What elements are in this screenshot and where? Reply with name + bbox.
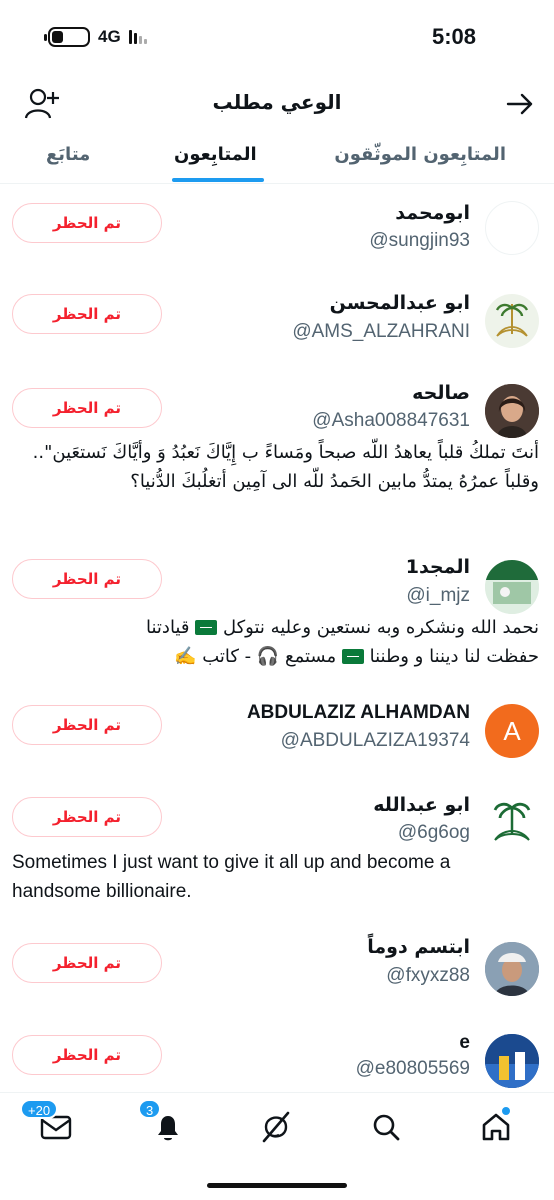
- follower-name: ابتسم دوماً: [367, 936, 470, 958]
- nav-home[interactable]: [476, 1107, 516, 1147]
- follower-row[interactable]: ابتسم دوماً @fxyxz88 تم الحظر: [0, 936, 554, 1008]
- follower-row[interactable]: e @e80805569 تم الحظر: [0, 1030, 554, 1092]
- blocked-button[interactable]: تم الحظر: [12, 797, 162, 837]
- back-arrow-icon: [506, 93, 533, 115]
- messages-badge: +20: [20, 1099, 59, 1119]
- blocked-button[interactable]: تم الحظر: [12, 388, 162, 428]
- header: الوعي مطلب: [0, 78, 554, 130]
- tab-bar: المتابِعون الموثّقون المتابِعون متابَع: [0, 134, 554, 184]
- follower-bio: نحمد الله ونشكره وبه نستعين وعليه نتوكل …: [146, 617, 539, 667]
- profile-photo-icon: [485, 560, 539, 614]
- nav-search[interactable]: [366, 1107, 406, 1147]
- follower-name: صالحه: [412, 382, 470, 404]
- avatar[interactable]: [485, 942, 539, 996]
- avatar[interactable]: [485, 1034, 539, 1088]
- blocked-button[interactable]: تم الحظر: [12, 1035, 162, 1075]
- follower-handle: @Asha008847631: [312, 410, 470, 431]
- follower-bio: Sometimes I just want to give it all up …: [12, 852, 451, 902]
- blocked-button[interactable]: تم الحظر: [12, 943, 162, 983]
- avatar[interactable]: [485, 384, 539, 438]
- tab-verified-followers[interactable]: المتابِعون الموثّقون: [334, 144, 506, 165]
- tab-followers[interactable]: المتابِعون: [174, 144, 257, 165]
- saudi-flag-icon: [341, 649, 364, 664]
- grok-icon: [262, 1111, 290, 1143]
- follower-name: المجد1: [405, 556, 470, 578]
- follower-row[interactable]: ابو عبدالله @6g6og تم الحظر Sometimes I …: [0, 794, 554, 914]
- follower-name: ABDULAZIZ ALHAMDAN: [246, 702, 470, 723]
- home-indicator: [207, 1183, 347, 1188]
- profile-photo-icon: [485, 384, 539, 438]
- nav-messages[interactable]: +20: [20, 1099, 76, 1147]
- follower-name: e: [459, 1032, 470, 1053]
- search-icon: [373, 1114, 400, 1141]
- follower-handle: @sungjin93: [369, 230, 470, 251]
- active-tab-indicator: [172, 178, 264, 182]
- status-bar: 4G 5:08: [0, 0, 554, 75]
- follower-handle: @i_mjz: [406, 585, 470, 606]
- nav-grok[interactable]: [256, 1107, 296, 1147]
- avatar[interactable]: [485, 201, 539, 255]
- nav-notifications[interactable]: 3: [138, 1099, 188, 1147]
- status-left: 4G: [44, 27, 147, 47]
- avatar[interactable]: [485, 560, 539, 614]
- follower-handle: @e80805569: [355, 1058, 470, 1079]
- page-title: الوعي مطلب: [212, 90, 342, 114]
- network-type: 4G: [98, 27, 121, 46]
- follower-row[interactable]: المجد1 @i_mjz تم الحظر نحمد الله ونشكره …: [0, 556, 554, 667]
- home-icon: [482, 1113, 510, 1141]
- saudi-flag-icon: [195, 620, 218, 635]
- profile-photo-icon: [485, 942, 539, 996]
- profile-photo-icon: [485, 1034, 539, 1088]
- follower-name: ابو عبدالمحسن: [329, 292, 470, 314]
- notifications-badge: 3: [138, 1099, 162, 1119]
- follower-name: ابومحمد: [395, 202, 470, 224]
- blocked-button[interactable]: تم الحظر: [12, 294, 162, 334]
- follower-handle: @ABDULAZIZA19374: [280, 730, 470, 751]
- follower-handle: @AMS_ALZAHRANI: [292, 321, 470, 342]
- signal-icon: [128, 30, 147, 44]
- follower-row[interactable]: A ABDULAZIZ ALHAMDAN @ABDULAZIZA19374 تم…: [0, 700, 554, 770]
- battery-icon: [44, 27, 90, 47]
- follower-row[interactable]: صالحه @Asha008847631 تم الحظر أنتَ تملكُ…: [0, 382, 554, 524]
- avatar[interactable]: [485, 294, 539, 348]
- status-time: 5:08: [431, 24, 476, 49]
- avatar[interactable]: A: [485, 704, 539, 758]
- palm-swords-emblem-icon: [495, 303, 529, 337]
- back-button[interactable]: [504, 88, 536, 120]
- follower-name: ابو عبدالله: [373, 794, 470, 816]
- avatar[interactable]: [485, 796, 539, 850]
- blocked-button[interactable]: تم الحظر: [12, 203, 162, 243]
- palm-swords-emblem-icon: [493, 802, 531, 841]
- follower-row[interactable]: ابومحمد @sungjin93 تم الحظر: [0, 196, 554, 268]
- blocked-button[interactable]: تم الحظر: [12, 559, 162, 599]
- follower-handle: @fxyxz88: [386, 965, 470, 986]
- blocked-button[interactable]: تم الحظر: [12, 705, 162, 745]
- home-activity-dot: [502, 1107, 510, 1115]
- tab-following[interactable]: متابَع: [46, 144, 90, 165]
- follower-row[interactable]: ابو عبدالمحسن @AMS_ALZAHRANI تم الحظر: [0, 290, 554, 362]
- follower-bio: أنتَ تملكُ قلباً يعاهدُ اللّه صبحاً ومَس…: [32, 442, 539, 492]
- follower-handle: @6g6og: [397, 822, 470, 843]
